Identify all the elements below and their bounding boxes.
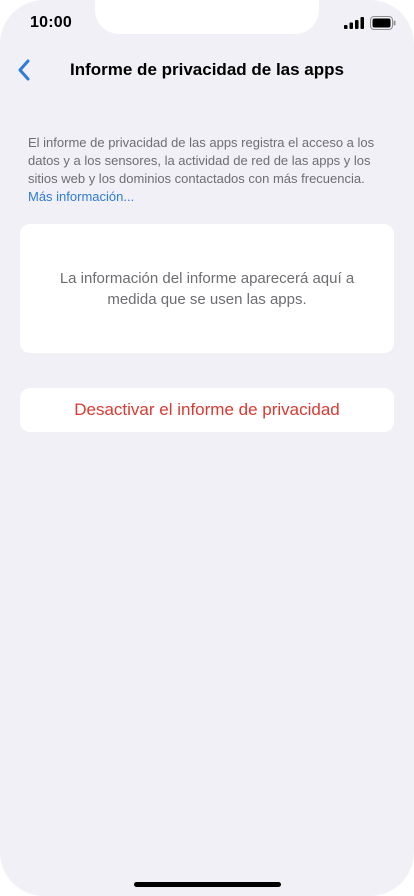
cellular-signal-icon xyxy=(344,17,364,29)
report-info-card: La información del informe aparecerá aqu… xyxy=(20,224,394,353)
more-info-link[interactable]: Más información... xyxy=(28,189,134,204)
description-body: El informe de privacidad de las apps reg… xyxy=(28,135,375,186)
disable-privacy-report-button[interactable]: Desactivar el informe de privacidad xyxy=(20,388,394,432)
disable-privacy-report-label: Desactivar el informe de privacidad xyxy=(74,400,340,419)
description-text: El informe de privacidad de las apps reg… xyxy=(28,134,390,206)
navigation-bar: Informe de privacidad de las apps xyxy=(0,48,414,92)
page-title: Informe de privacidad de las apps xyxy=(70,60,344,79)
status-bar: 10:00 xyxy=(0,0,414,48)
notch xyxy=(95,0,319,34)
home-indicator[interactable] xyxy=(134,882,281,887)
phone-screen: 10:00 Informe de privacidad de las apps … xyxy=(0,0,414,896)
report-empty-message: La información del informe aparecerá aqu… xyxy=(59,269,355,308)
battery-icon xyxy=(370,16,396,30)
status-time: 10:00 xyxy=(30,14,72,31)
